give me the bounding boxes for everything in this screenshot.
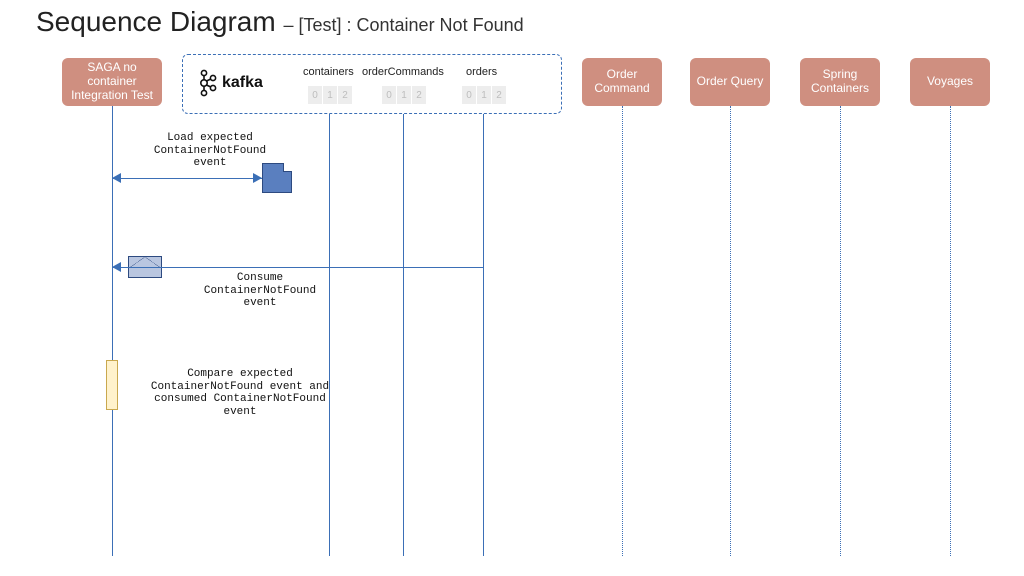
lifeline-order-command	[622, 106, 623, 556]
kafka-logo: kafka	[198, 68, 263, 98]
lifeline-order-query	[730, 106, 731, 556]
topic-orders-label: orders	[466, 66, 497, 78]
note-icon	[262, 163, 292, 193]
lifeline-containers	[329, 114, 330, 556]
lifeline-ordercommands	[403, 114, 404, 556]
msg-compare-text: Compare expected ContainerNotFound event…	[140, 368, 340, 419]
topic-orders-partitions: 012	[462, 86, 506, 104]
title-sub: – [Test] : Container Not Found	[283, 15, 523, 35]
topic-ordercommands-partitions: 012	[382, 86, 426, 104]
lifeline-voyages	[950, 106, 951, 556]
diagram-title: Sequence Diagram – [Test] : Container No…	[36, 6, 524, 38]
participant-spring-containers: Spring Containers	[800, 58, 880, 106]
participant-order-command: Order Command	[582, 58, 662, 106]
lifeline-spring-containers	[840, 106, 841, 556]
msg-consume-origin-tick	[483, 246, 484, 267]
msg-consume-text: Consume ContainerNotFound event	[190, 272, 330, 310]
msg-load-text: Load expected ContainerNotFound event	[140, 132, 280, 170]
lifeline-orders	[483, 114, 484, 556]
activation-compare	[106, 360, 118, 410]
participant-voyages: Voyages	[910, 58, 990, 106]
msg-consume-arrow	[112, 262, 121, 272]
participant-saga: SAGA no container Integration Test	[62, 58, 162, 106]
kafka-icon	[198, 68, 218, 98]
msg-load-line	[112, 178, 262, 179]
msg-consume-line	[112, 267, 483, 268]
topic-containers-partitions: 012	[308, 86, 352, 104]
msg-load-arrow-right	[253, 173, 262, 183]
kafka-label: kafka	[222, 74, 263, 92]
topic-containers-label: containers	[303, 66, 354, 78]
msg-load-arrow-left	[112, 173, 121, 183]
topic-ordercommands-label: orderCommands	[362, 66, 444, 78]
participant-order-query: Order Query	[690, 58, 770, 106]
title-main: Sequence Diagram	[36, 6, 276, 37]
